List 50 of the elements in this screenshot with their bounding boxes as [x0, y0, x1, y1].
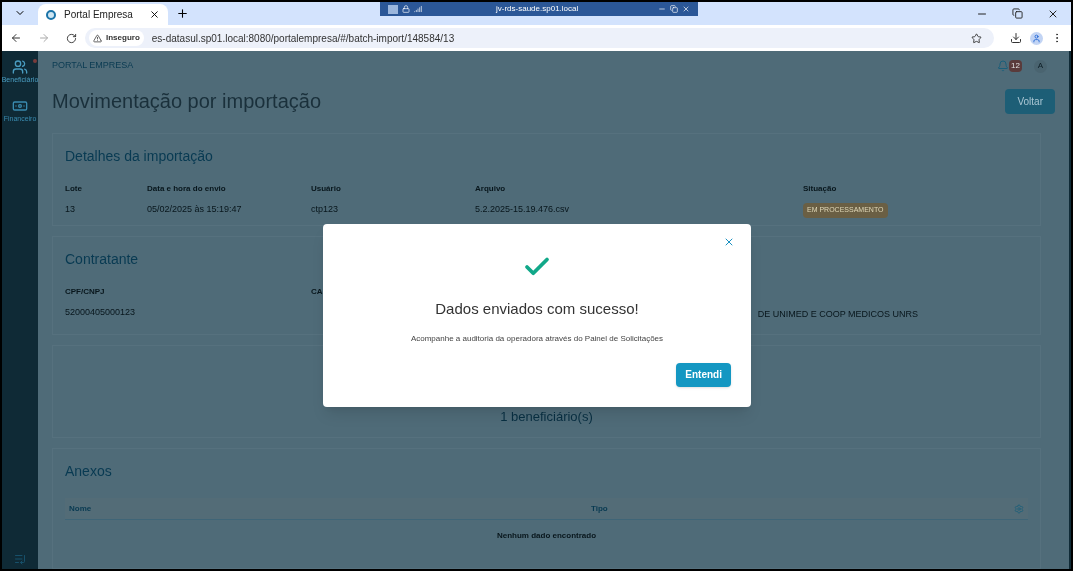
restore-icon[interactable]: [670, 5, 678, 13]
profile-avatar[interactable]: [1030, 31, 1043, 45]
close-icon[interactable]: [1047, 8, 1059, 20]
warning-icon: [93, 33, 102, 43]
field-value: 13: [65, 203, 76, 216]
site-logo-icon: [46, 9, 56, 20]
back-button[interactable]: Voltar: [1005, 88, 1055, 114]
field-label: Lote: [65, 183, 83, 195]
dialog-message: Acompanhe a auditoria da operadora através do Painel de Solicitações: [410, 332, 664, 345]
bookmark-star-icon[interactable]: [971, 32, 982, 44]
confirm-button[interactable]: Entendi: [676, 362, 731, 387]
field-value: 5.2.2025-15.19.476.csv: [475, 203, 571, 216]
url-text: es-datasul.sp01.local:8080/portalempresa/#/batch-import/148584/13: [151, 31, 456, 46]
section-title: Detalhes da importação: [65, 147, 213, 166]
people-icon: [12, 59, 28, 75]
page-title: Movimentação por importação: [52, 89, 322, 114]
field-label: CA: [311, 286, 324, 298]
field-label: Situação: [803, 183, 837, 195]
field-label: Data e hora do envio: [147, 183, 227, 195]
browser-tab[interactable]: Portal Empresa: [38, 4, 168, 25]
address-bar[interactable]: Inseguro es-datasul.sp01.local:8080/portalempresa/#/batch-import/148584/13: [85, 28, 994, 48]
field-label: Usuário: [311, 183, 342, 195]
remote-session-title: jv-rds-saude.sp01.local: [496, 3, 579, 15]
tab-title: Portal Empresa: [64, 8, 134, 22]
restore-icon[interactable]: [1012, 8, 1023, 19]
brand-label: PORTAL EMPRESA: [52, 59, 135, 73]
field-label: Arquivo: [475, 183, 507, 195]
minimize-icon[interactable]: [658, 5, 666, 13]
user-avatar[interactable]: A: [1034, 59, 1047, 73]
empty-message: Nenhum dado encontrado: [495, 530, 598, 542]
contractor-name: DE UNIMED E COOP MEDICOS UNRS: [757, 307, 918, 321]
field-value: 52000405000123: [65, 306, 137, 319]
column-header[interactable]: Tipo: [591, 502, 1014, 515]
field-label: CPF/CNPJ: [65, 286, 106, 298]
beneficiary-count: 1 beneficiário(s): [500, 407, 593, 426]
close-icon[interactable]: [149, 9, 160, 20]
field-value: ctp123: [311, 203, 340, 216]
dialog-title: Dados enviados com sucesso!: [435, 299, 639, 319]
field-value: 05/02/2025 às 15:19:47: [147, 203, 243, 216]
security-chip[interactable]: Inseguro: [89, 30, 144, 46]
notification-count: 12: [1009, 60, 1022, 72]
new-tab-icon[interactable]: [176, 7, 189, 20]
reload-icon[interactable]: [66, 32, 77, 44]
signal-icon: [414, 5, 422, 13]
download-icon[interactable]: [1010, 32, 1022, 44]
section-title: Anexos: [65, 462, 112, 481]
column-header[interactable]: Nome: [69, 502, 591, 515]
lock-icon: [402, 5, 410, 13]
back-icon[interactable]: [10, 32, 22, 44]
section-title: Contratante: [65, 250, 139, 269]
